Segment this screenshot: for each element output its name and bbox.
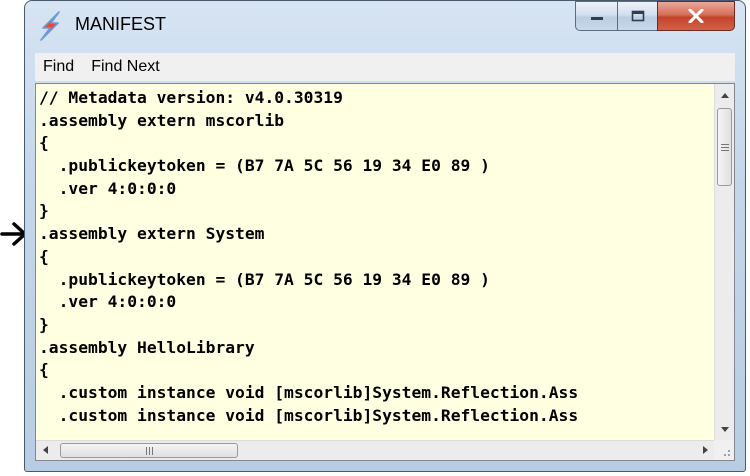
minimize-icon [590,17,603,20]
scroll-up-button[interactable] [715,86,734,104]
code-line: // Metadata version: v4.0.30319 [39,88,343,107]
grip-icon [720,143,729,151]
code-line: .assembly extern mscorlib [39,110,285,130]
code-line: .custom instance void [mscorlib]System.R… [39,405,579,425]
code-line: { [39,246,49,266]
manifest-window: MANIFEST Find Find Next // Metadata vers… [24,0,746,472]
code-line: { [39,360,49,380]
scroll-down-button[interactable] [715,420,734,438]
code-line: { [39,133,49,153]
caption-buttons [575,1,735,31]
window-title: MANIFEST [75,14,167,34]
code-text-area[interactable]: // Metadata version: v4.0.30319 .assembly… [36,84,714,440]
menu-find[interactable]: Find [39,53,78,81]
scroll-right-icon [702,446,708,454]
scroll-right-button[interactable] [696,441,714,459]
scroll-left-icon [42,446,48,454]
vertical-scroll-thumb[interactable] [717,108,732,186]
code-line: .ver 4:0:0:0 [39,292,177,312]
manifest-viewer: // Metadata version: v4.0.30319 .assembly… [35,83,735,461]
code-line: } [39,201,49,221]
close-button[interactable] [657,1,735,31]
horizontal-scrollbar[interactable] [36,440,714,460]
code-line: .assembly HelloLibrary [39,337,255,357]
code-line: .assembly extern System [39,224,265,244]
close-icon [688,9,704,23]
resize-grip-icon [724,450,730,456]
code-line: .publickeytoken = (B7 7A 5C 56 19 34 E0 … [39,269,490,289]
lightning-bolt-icon [40,11,60,41]
code-line: } [39,314,49,334]
scroll-up-icon [720,92,729,98]
title-bar[interactable]: MANIFEST [25,1,745,51]
code-line: .custom instance void [mscorlib]System.R… [39,382,579,402]
maximize-button[interactable] [617,1,657,31]
menu-bar: Find Find Next [35,53,735,82]
maximize-icon [631,10,644,22]
horizontal-scroll-thumb[interactable] [60,443,238,458]
minimize-button[interactable] [575,1,617,31]
scroll-down-icon [720,426,729,432]
menu-find-next[interactable]: Find Next [87,53,163,81]
code-line: .publickeytoken = (B7 7A 5C 56 19 34 E0 … [39,156,490,176]
grip-icon [145,446,153,455]
code-line: .ver 4:0:0:0 [39,178,177,198]
vertical-scrollbar[interactable] [714,84,734,440]
scroll-left-button[interactable] [36,441,54,459]
size-grip[interactable] [714,440,734,460]
